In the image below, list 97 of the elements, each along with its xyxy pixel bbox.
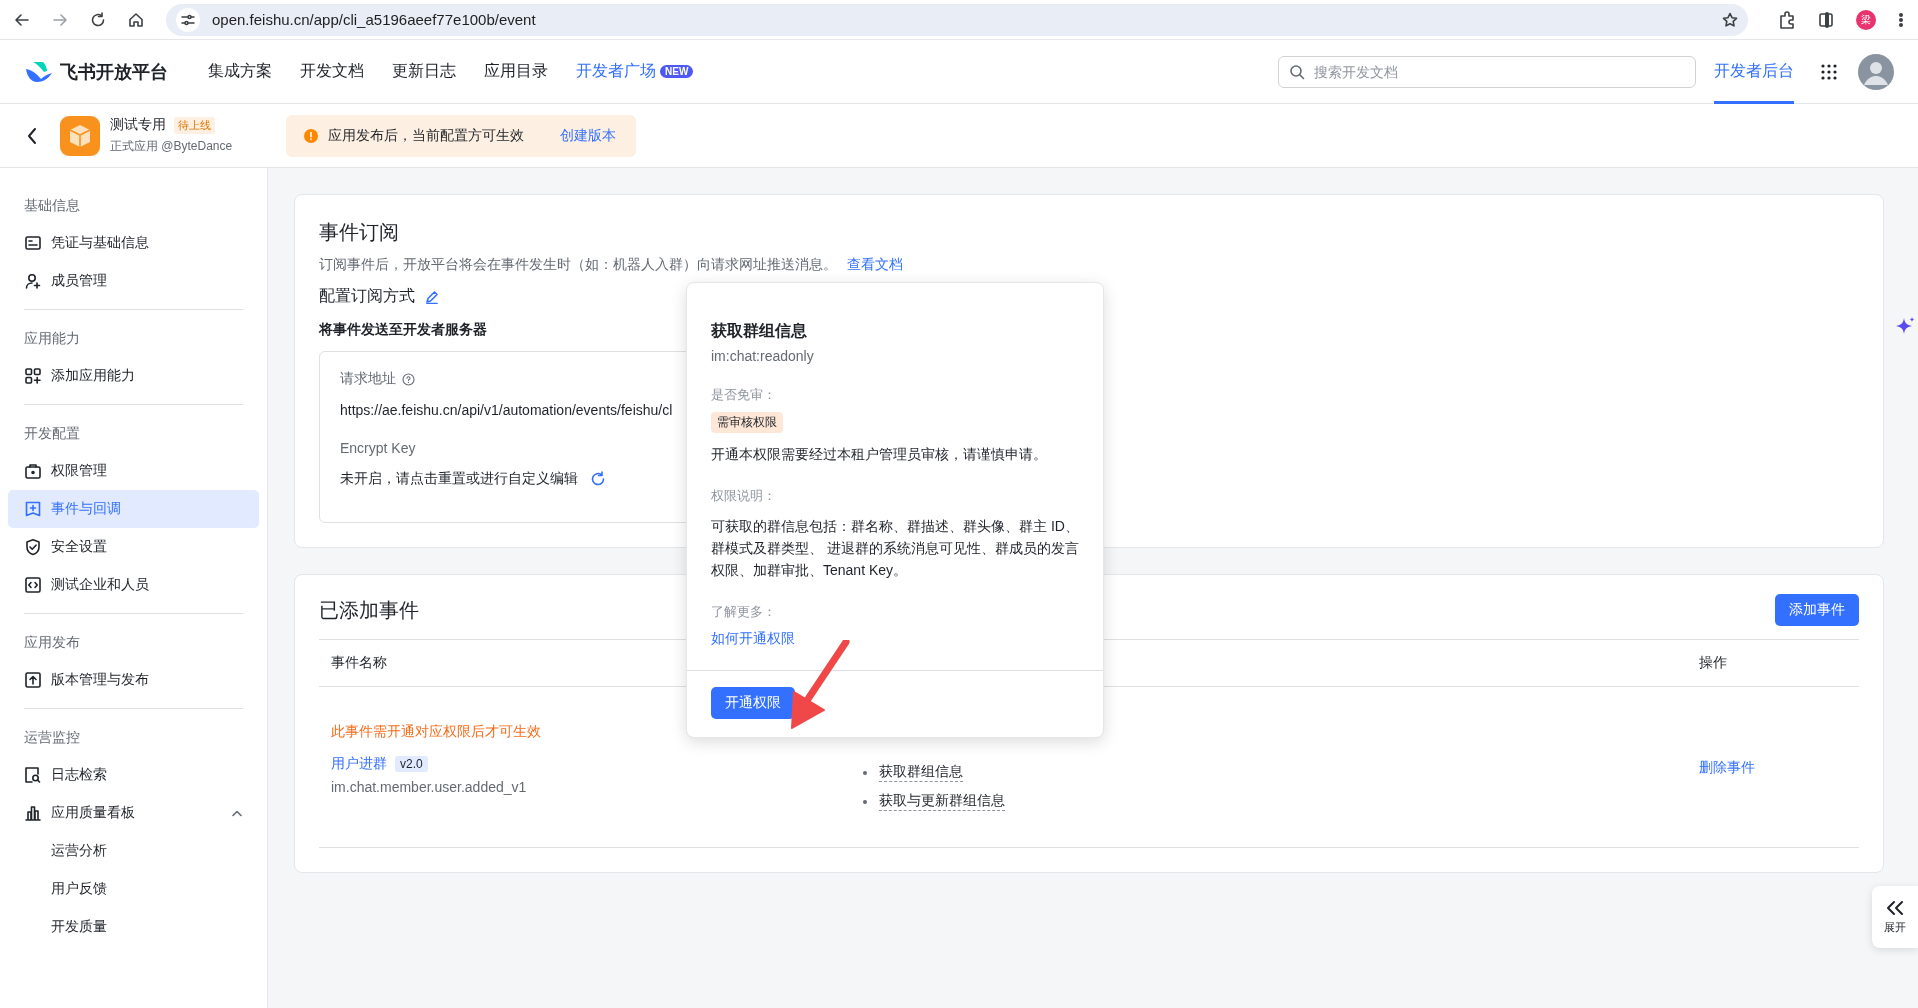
- sidebar-item[interactable]: 安全设置: [8, 528, 259, 566]
- refresh-icon[interactable]: [590, 471, 606, 487]
- event-key: im.chat.member.user.added_v1: [331, 779, 851, 795]
- profile-avatar[interactable]: 梁: [1856, 9, 1876, 30]
- sidebar-item[interactable]: 开发质量: [8, 908, 259, 946]
- bird-logo-icon[interactable]: [24, 59, 54, 84]
- address-bar[interactable]: open.feishu.cn/app/cli_a5196aeef77e100b/event: [166, 3, 1748, 36]
- group-title: 应用发布: [23, 633, 81, 652]
- nav-link[interactable]: 开发者广场: [576, 61, 656, 82]
- add-event-button[interactable]: 添加事件: [1775, 594, 1859, 626]
- delete-event-link[interactable]: 删除事件: [1699, 759, 1755, 777]
- bullet-dot: [863, 770, 867, 775]
- nav-link[interactable]: 更新日志: [392, 61, 456, 82]
- review-tag: 需审核权限: [711, 412, 783, 433]
- search-field[interactable]: 搜索开发文档: [1278, 55, 1696, 88]
- logo-text[interactable]: 飞书开放平台: [60, 59, 168, 84]
- upload-box-icon: [24, 671, 42, 689]
- field-label: 是否免审：: [710, 386, 777, 404]
- expand-panel-button[interactable]: 展开: [1872, 886, 1918, 948]
- bookmark-plus-icon: [24, 500, 42, 518]
- apps-grid-icon[interactable]: [1820, 62, 1838, 81]
- id-card-icon: [24, 234, 42, 252]
- help-link[interactable]: 如何开通权限: [711, 630, 795, 646]
- field-label: Encrypt Key: [340, 440, 416, 456]
- search-icon: [1289, 63, 1305, 80]
- extensions-icon[interactable]: [1778, 10, 1796, 29]
- help-icon[interactable]: [402, 372, 415, 386]
- group-title: 基础信息: [23, 196, 81, 215]
- event-name-link[interactable]: 用户进群: [331, 755, 387, 773]
- version-tag: v2.0: [395, 756, 428, 772]
- docs-link[interactable]: 查看文档: [847, 256, 903, 274]
- enable-permission-button[interactable]: 开通权限: [711, 687, 795, 719]
- code-window-icon: [24, 576, 42, 594]
- log-search-icon: [24, 766, 42, 784]
- bullet-dot: [863, 799, 867, 804]
- field-value: https://ae.feishu.cn/api/v1/automation/events/feishu/cl: [340, 402, 673, 418]
- chevron-up-icon[interactable]: [231, 809, 243, 817]
- url-text: open.feishu.cn/app/cli_a5196aeef77e100b/event: [212, 11, 537, 28]
- delivery-mode: 将事件发送至开发者服务器: [319, 321, 487, 337]
- lock-bag-icon: [24, 462, 42, 480]
- double-chevron-left-icon: [1885, 899, 1905, 916]
- site-settings-icon[interactable]: [176, 7, 200, 32]
- app-name: 测试专用: [110, 116, 166, 134]
- side-panel-icon[interactable]: [1818, 11, 1834, 28]
- group-title: 开发配置: [23, 424, 81, 443]
- shield-check-icon: [24, 538, 42, 556]
- star-icon[interactable]: [1722, 11, 1738, 28]
- warning-icon: [304, 128, 318, 143]
- forward-icon[interactable]: [52, 11, 68, 28]
- permission-description: 可获取的群信息包括：群名称、群描述、群头像、群主 ID、群模式及群类型、 进退群的系统消息可见性、群成员的发言权限、加群审批、Tenant Key。: [710, 517, 1080, 580]
- sidebar-item[interactable]: 用户反馈: [8, 870, 259, 908]
- subheading: 配置订阅方式: [319, 286, 415, 306]
- group-title: 运营监控: [23, 728, 81, 747]
- apps-add-icon: [24, 367, 42, 385]
- section-title: 事件订阅: [319, 220, 400, 245]
- field-label: 权限说明：: [710, 487, 777, 505]
- add-user-icon: [24, 272, 42, 290]
- permission-link[interactable]: 获取与更新群组信息: [879, 792, 1005, 811]
- sidebar-item[interactable]: 权限管理: [8, 452, 259, 490]
- status-tag: 待上线: [174, 116, 215, 134]
- home-icon[interactable]: [128, 11, 144, 28]
- nav-link[interactable]: 应用目录: [484, 61, 548, 82]
- edit-icon[interactable]: [425, 289, 439, 304]
- app-subtitle: 正式应用 @ByteDance: [110, 138, 234, 155]
- nav-link[interactable]: 开发文档: [300, 61, 364, 82]
- app-cube-icon: [60, 115, 100, 156]
- sidebar-item[interactable]: 测试企业和人员: [8, 566, 259, 604]
- scope-text: im:chat:readonly: [710, 348, 815, 364]
- bar-chart-icon: [24, 804, 42, 822]
- review-note: 开通本权限需要经过本租户管理员审核，请谨慎申请。: [710, 445, 1048, 464]
- permission-link[interactable]: 获取群组信息: [879, 763, 963, 782]
- field-label: 了解更多：: [710, 603, 777, 621]
- sidebar-item[interactable]: 事件与回调: [8, 490, 259, 528]
- section-title: 已添加事件: [319, 597, 419, 623]
- sidebar-item[interactable]: 应用质量看板: [8, 794, 259, 832]
- sidebar-item[interactable]: 凭证与基础信息: [8, 224, 259, 262]
- field-value: 未开启，请点击重置或进行自定义编辑: [340, 470, 578, 488]
- user-avatar[interactable]: [1858, 53, 1894, 90]
- reload-icon[interactable]: [90, 11, 106, 28]
- nav-link[interactable]: 集成方案: [208, 61, 272, 82]
- field-label: 请求地址: [340, 370, 396, 388]
- popover-title: 获取群组信息: [710, 321, 808, 341]
- sidebar-item[interactable]: 日志检索: [8, 756, 259, 794]
- sidebar-item[interactable]: 成员管理: [8, 262, 259, 300]
- back-icon[interactable]: [14, 11, 30, 28]
- notice-text: 应用发布后，当前配置方可生效: [328, 126, 524, 145]
- warning-text: 此事件需开通对应权限后才可生效: [331, 723, 541, 739]
- sidebar-item[interactable]: 运营分析: [8, 832, 259, 870]
- group-title: 应用能力: [23, 329, 81, 348]
- sidebar-item[interactable]: 添加应用能力: [8, 357, 259, 395]
- more-icon[interactable]: [1898, 11, 1904, 28]
- new-badge: NEW: [660, 65, 694, 78]
- column-header: 操作: [1699, 654, 1728, 672]
- description-text: 订阅事件后，开放平台将会在事件发生时（如：机器人入群）向请求网址推送消息。: [319, 256, 837, 274]
- sidebar-item[interactable]: 版本管理与发布: [8, 661, 259, 699]
- create-version-link[interactable]: 创建版本: [560, 126, 616, 145]
- column-header: 事件名称: [331, 654, 387, 670]
